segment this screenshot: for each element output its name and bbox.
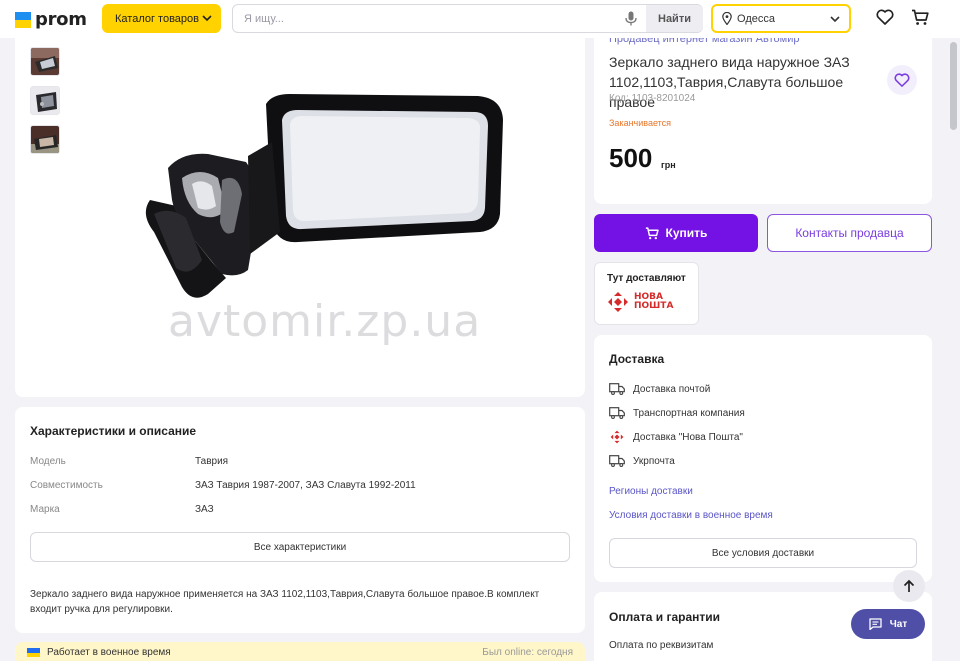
heart-icon [894, 73, 910, 87]
delivery-item-label: Укрпочта [633, 455, 675, 467]
truck-icon [609, 455, 625, 467]
spec-label: Модель [30, 456, 66, 467]
prom-logo[interactable]: prom [15, 9, 87, 30]
top-header: prom Каталог товаров Найти Одесса [0, 0, 960, 38]
chat-label: Чат [889, 618, 908, 630]
delivery-item: Транспортная компания [609, 407, 745, 419]
product-code: Код: 1103-8201024 [609, 93, 696, 104]
specs-title: Характеристики и описание [30, 424, 197, 438]
delivery-regions-link[interactable]: Регионы доставки [609, 486, 693, 497]
truck-icon [609, 383, 625, 395]
spec-value: ЗАЗ [195, 504, 214, 515]
thumbnail-3[interactable] [30, 125, 60, 154]
truck-icon [609, 407, 625, 419]
delivery-item-label: Транспортная компания [633, 407, 745, 419]
city-selector[interactable]: Одесса [711, 4, 851, 33]
scroll-to-top-button[interactable] [893, 570, 925, 602]
cart-icon [645, 226, 659, 239]
wartime-delivery-link[interactable]: Условия доставки в военное время [609, 510, 773, 521]
search-bar: Найти [232, 4, 703, 33]
np-card-title: Тут доставляют [607, 273, 686, 284]
chat-button[interactable]: Чат [851, 609, 925, 639]
buy-label: Купить [665, 226, 708, 240]
delivery-item-label: Доставка "Нова Пошта" [633, 431, 743, 443]
stock-status: Заканчивается [609, 118, 672, 128]
delivery-item: Укрпочта [609, 455, 675, 467]
product-image[interactable] [130, 82, 515, 310]
heart-icon[interactable] [876, 9, 894, 25]
delivery-item-label: Доставка почтой [633, 383, 711, 395]
ukraine-flag-icon [27, 648, 40, 657]
wartime-text: Работает в военное время [47, 647, 171, 658]
logo-mark-icon [15, 11, 31, 28]
product-description: Зеркало заднего вида наружное применяетс… [30, 589, 540, 615]
delivery-item: Доставка почтой [609, 383, 710, 395]
catalog-button[interactable]: Каталог товаров [102, 4, 221, 33]
favorite-button[interactable] [887, 65, 917, 95]
spec-value: ЗАЗ Таврия 1987-2007, ЗАЗ Славута 1992-2… [195, 480, 416, 491]
thumbnail-1[interactable] [30, 47, 60, 76]
thumbnail-2[interactable] [30, 86, 60, 115]
chevron-down-icon [202, 15, 212, 22]
logo-text: prom [35, 9, 87, 30]
chevron-down-icon [830, 16, 840, 23]
delivery-item: Доставка "Нова Пошта" [609, 430, 743, 444]
nova-poshta-logo: НОВА ПОШТА [607, 291, 673, 313]
city-name: Одесса [737, 12, 775, 25]
spec-label: Совместимость [30, 480, 103, 491]
online-status: Был online: сегодня [482, 647, 573, 658]
search-input[interactable] [244, 5, 614, 32]
chat-icon [869, 618, 882, 630]
payment-title: Оплата и гарантии [609, 610, 721, 624]
buy-button[interactable]: Купить [594, 214, 758, 252]
arrow-up-icon [903, 579, 915, 592]
wartime-bar: Работает в военное время Был online: сег… [15, 642, 585, 661]
payment-item: Оплата по реквизитам [609, 640, 714, 651]
nova-poshta-icon [610, 430, 624, 444]
page-scrollbar[interactable] [947, 38, 960, 661]
price-value: 500 [609, 143, 653, 173]
spec-value: Таврия [195, 456, 229, 467]
watermark-text: avtomir.zp.ua [168, 296, 482, 347]
nova-poshta-icon [608, 292, 628, 312]
price-currency: грн [661, 160, 676, 170]
contact-seller-button[interactable]: Контакты продавца [767, 214, 932, 252]
all-delivery-conditions-button[interactable]: Все условия доставки [609, 538, 917, 568]
microphone-icon[interactable] [625, 11, 637, 26]
delivery-title: Доставка [609, 352, 665, 366]
scrollbar-thumb[interactable] [950, 42, 957, 130]
all-specs-button[interactable]: Все характеристики [30, 532, 570, 562]
nova-poshta-card: Тут доставляют НОВА ПОШТА [594, 262, 699, 325]
spec-label: Марка [30, 504, 60, 515]
search-button[interactable]: Найти [646, 5, 703, 32]
catalog-label: Каталог товаров [115, 12, 199, 25]
location-pin-icon [722, 12, 732, 25]
cart-icon[interactable] [911, 9, 929, 26]
np-logo-line2: ПОШТА [634, 301, 674, 311]
